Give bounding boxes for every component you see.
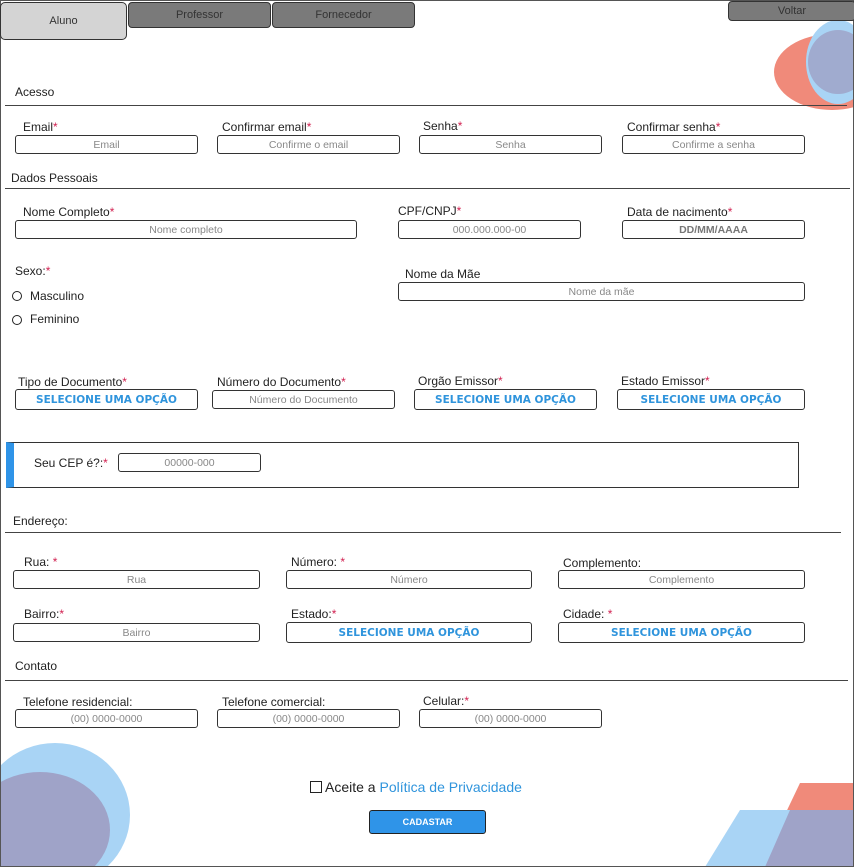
tab-fornecedor[interactable]: Fornecedor [272,2,415,28]
sexo-label: Sexo:* [15,264,51,278]
estado-select[interactable]: SELECIONE UMA OPÇÃO [286,622,532,643]
num-doc-label: Número do Documento* [217,375,346,389]
confirm-email-label: Confirmar email* [222,120,312,134]
radio-masculino[interactable] [12,291,22,301]
tipo-doc-label: Tipo de Documento* [18,375,127,389]
mae-field[interactable]: Nome da mãe [398,282,805,301]
email-label: Email* [23,120,58,134]
cpf-field[interactable]: 000.000.000-00 [398,220,581,239]
complemento-label: Complemento: [563,556,642,570]
num-doc-field[interactable]: Número do Documento [212,390,395,409]
privacy-prefix: Aceite a [325,779,380,795]
divider [5,105,847,106]
complemento-field[interactable]: Complemento [558,570,805,589]
tel-res-label: Telefone residencial: [23,695,133,709]
celular-label: Celular:* [423,694,470,708]
senha-field[interactable]: Senha [419,135,602,154]
cpf-label: CPF/CNPJ* [398,204,462,218]
celular-field[interactable]: (00) 0000-0000 [419,709,602,728]
nascimento-label: Data de nacimento* [627,205,733,219]
privacy-checkbox[interactable] [310,781,322,793]
email-field[interactable]: Email [15,135,198,154]
radio-label-feminino: Feminino [30,312,80,326]
estado-label: Estado:* [291,607,337,621]
section-contato: Contato [15,659,58,673]
orgao-label: Orgão Emissor* [418,374,503,388]
numero-label: Número: * [291,555,346,569]
radio-feminino[interactable] [12,315,22,325]
cep-label: Seu CEP é?:* [34,456,108,470]
confirm-email-field[interactable]: Confirme o email [217,135,400,154]
section-dados-pessoais: Dados Pessoais [11,171,98,185]
radio-label-masculino: Masculino [30,289,85,303]
tab-aluno[interactable]: Aluno [0,2,127,40]
privacy-text: Aceite a Política de Privacidade [325,779,522,795]
confirm-senha-field[interactable]: Confirme a senha [622,135,805,154]
privacy-link[interactable]: Política de Privacidade [379,779,521,795]
tel-com-field[interactable]: (00) 0000-0000 [217,709,400,728]
divider [5,532,841,533]
nascimento-field[interactable]: DD/MM/AAAA [622,220,805,239]
back-button[interactable]: Voltar [728,1,854,21]
tipo-doc-select[interactable]: SELECIONE UMA OPÇÃO [15,389,198,410]
bairro-field[interactable]: Bairro [13,623,260,642]
estado-emissor-select[interactable]: SELECIONE UMA OPÇÃO [617,389,805,410]
nome-label: Nome Completo* [23,205,115,219]
section-endereco: Endereço: [13,514,68,528]
rua-field[interactable]: Rua [13,570,260,589]
cep-field[interactable]: 00000-000 [118,453,261,472]
divider [5,680,848,681]
nome-field[interactable]: Nome completo [15,220,357,239]
numero-field[interactable]: Número [286,570,532,589]
cidade-select[interactable]: SELECIONE UMA OPÇÃO [558,622,805,643]
tab-professor[interactable]: Professor [128,2,271,28]
estado-emissor-label: Estado Emissor* [621,374,710,388]
tel-res-field[interactable]: (00) 0000-0000 [15,709,198,728]
section-acesso: Acesso [15,85,55,99]
bairro-label: Bairro:* [24,607,65,621]
tel-com-label: Telefone comercial: [222,695,326,709]
mae-label: Nome da Mãe [405,267,481,281]
confirm-senha-label: Confirmar senha* [627,120,721,134]
senha-label: Senha* [423,119,463,133]
rua-label: Rua: * [24,555,58,569]
submit-button[interactable]: CADASTAR [369,810,486,834]
cidade-label: Cidade: * [563,607,613,621]
orgao-select[interactable]: SELECIONE UMA OPÇÃO [414,389,597,410]
divider [5,188,850,189]
